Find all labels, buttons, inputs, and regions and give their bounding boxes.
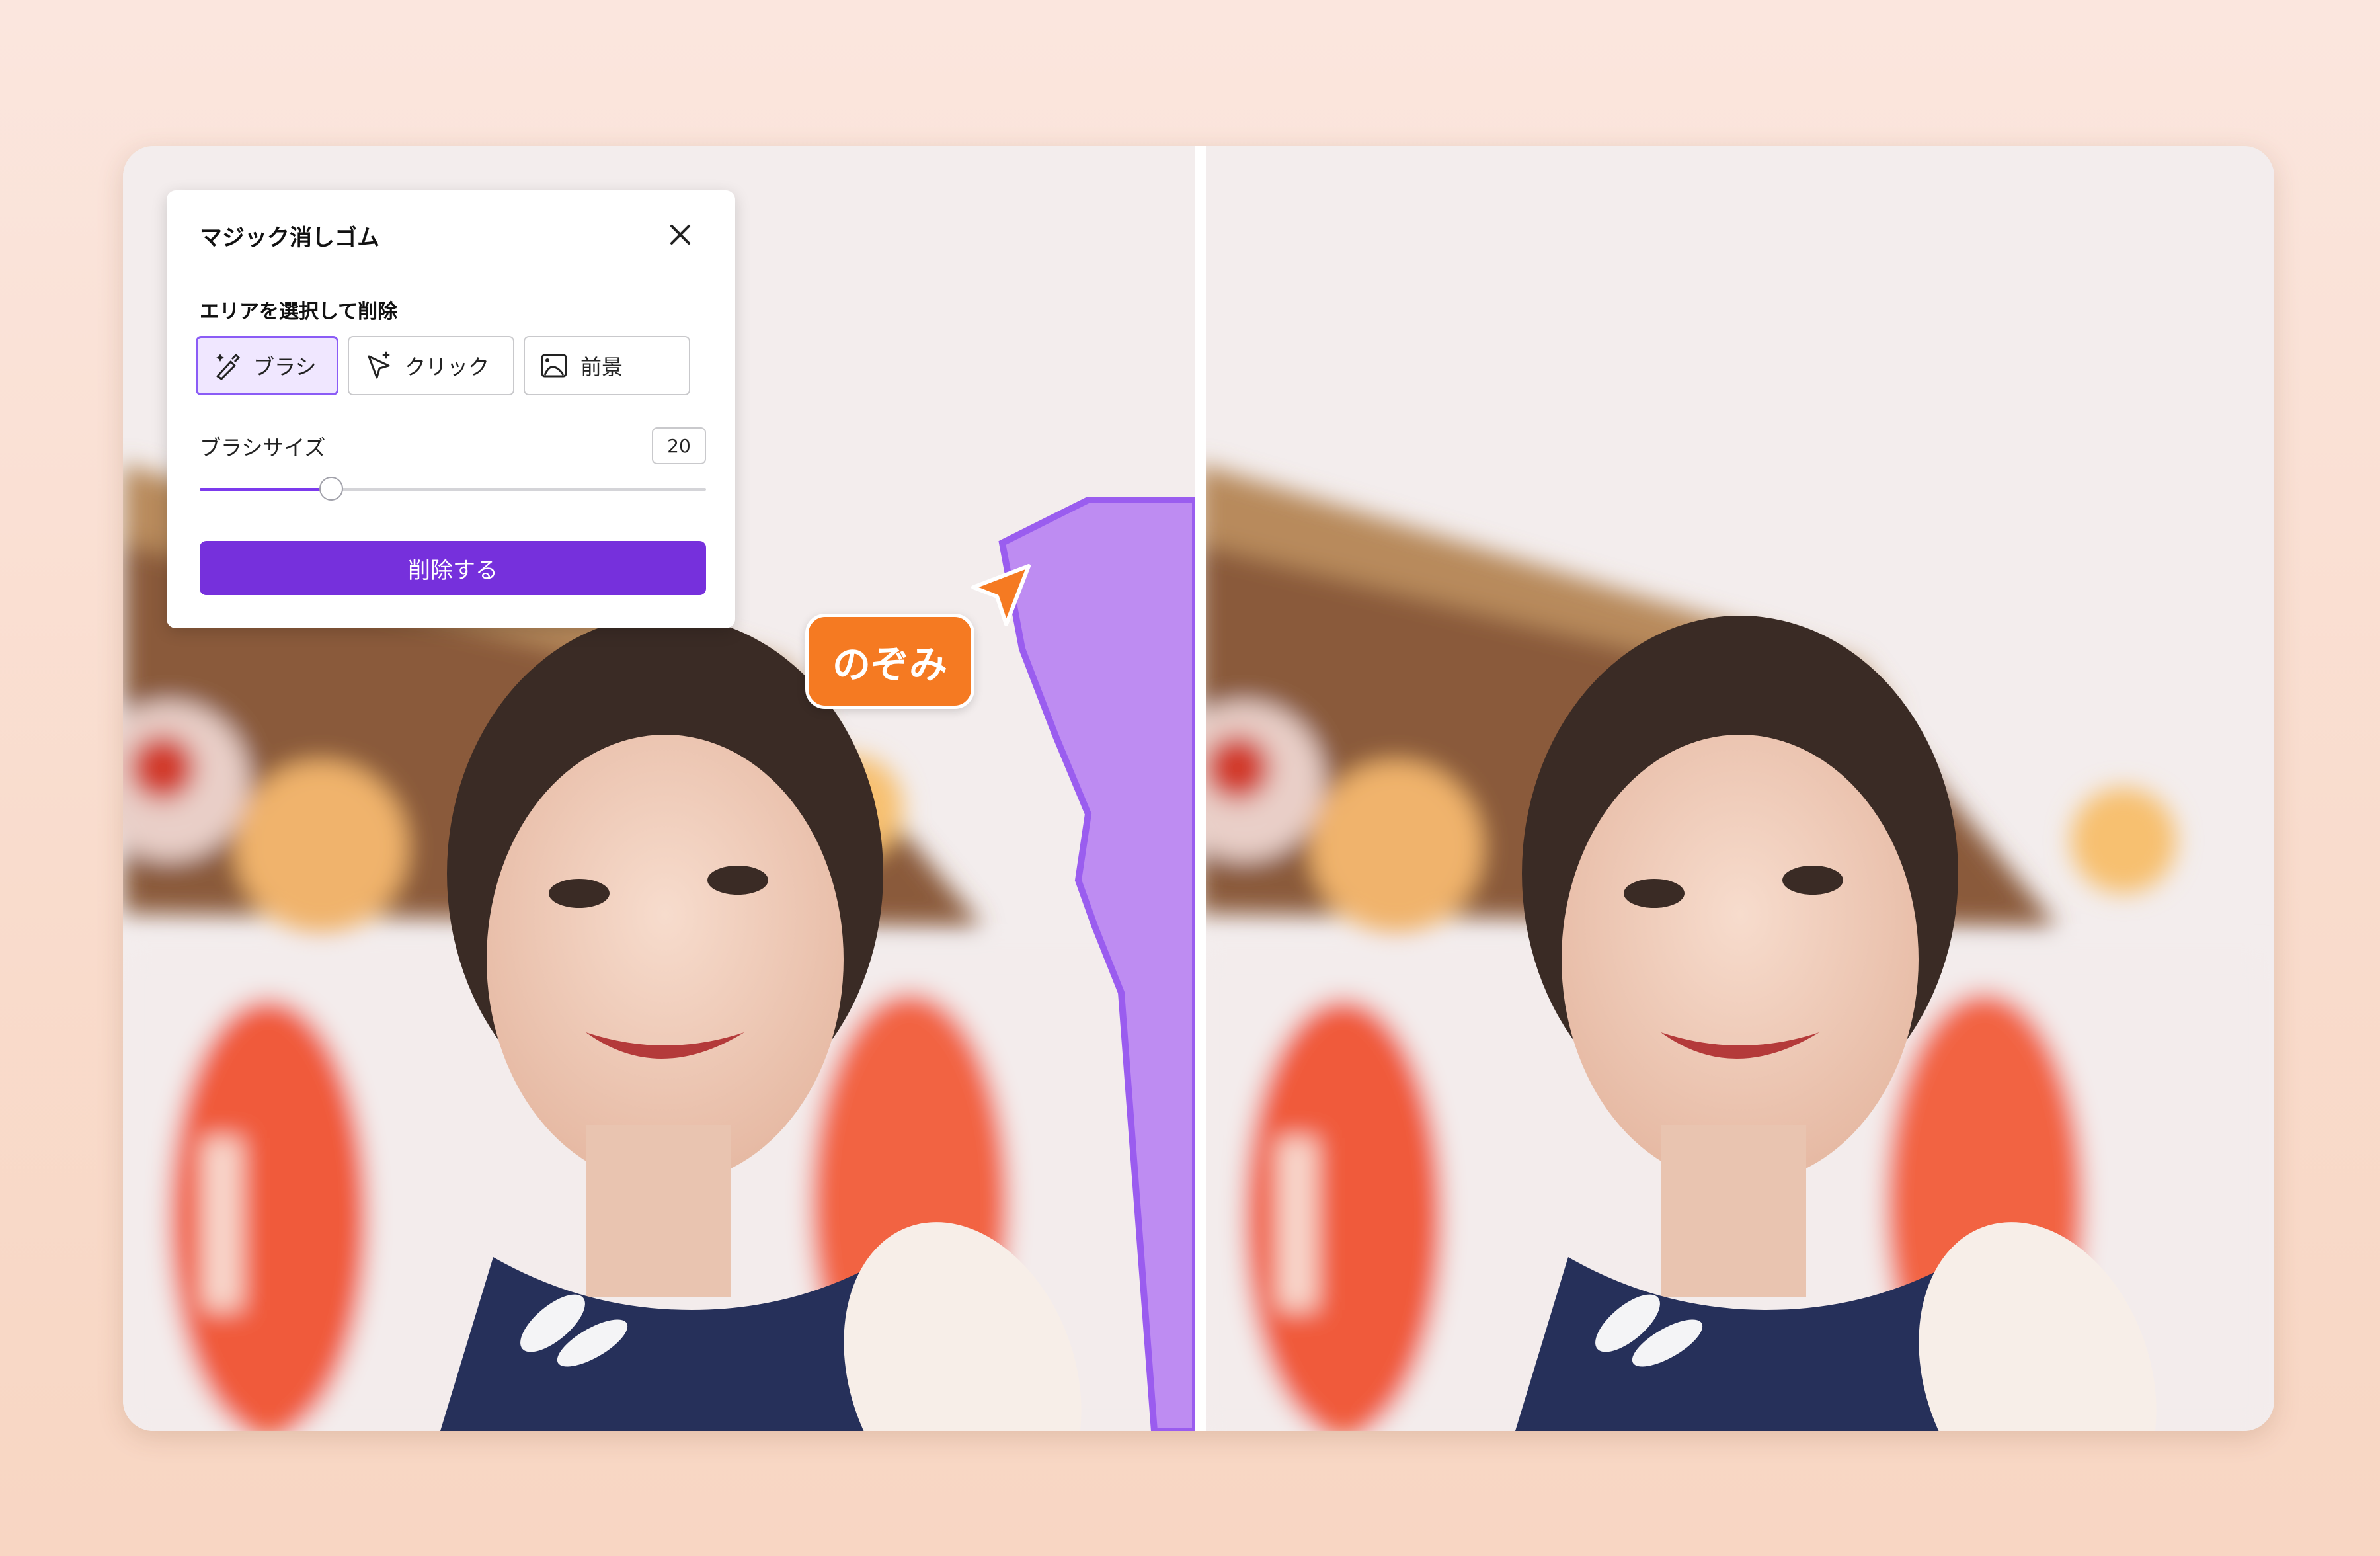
brush-size-slider[interactable] bbox=[200, 477, 706, 501]
scene-after-image bbox=[1206, 146, 2270, 1431]
compare-divider[interactable] bbox=[1195, 146, 1206, 1431]
foreground-mode-label: 前景 bbox=[580, 354, 623, 380]
foreground-image-icon bbox=[541, 354, 567, 378]
slider-thumb[interactable] bbox=[319, 477, 344, 501]
close-icon[interactable] bbox=[664, 218, 697, 251]
panel-title: マジック消しゴム bbox=[200, 225, 379, 251]
collaborator-cursor-icon bbox=[971, 564, 1031, 626]
brush-size-label: ブラシサイズ bbox=[200, 435, 326, 460]
delete-button[interactable]: 削除する bbox=[200, 541, 706, 595]
slider-fill bbox=[200, 488, 332, 491]
collaborator-name-tag: のぞみ bbox=[805, 614, 975, 709]
brush-size-input[interactable]: 20 bbox=[652, 427, 706, 464]
after-photo bbox=[1206, 146, 2274, 1431]
magic-eraser-panel: マジック消しゴム エリアを選択して削除 ブラシ クリック 前景 ブラシサイズ 2… bbox=[167, 190, 735, 628]
brush-mode-label: ブラシ bbox=[253, 354, 317, 380]
click-mode-label: クリック bbox=[405, 354, 490, 380]
brush-icon bbox=[216, 353, 241, 380]
foreground-mode-button[interactable]: 前景 bbox=[524, 336, 690, 395]
section-label: エリアを選択して削除 bbox=[200, 300, 398, 323]
brush-mode-button[interactable]: ブラシ bbox=[196, 336, 338, 395]
click-mode-button[interactable]: クリック bbox=[348, 336, 514, 395]
click-sparkle-icon bbox=[368, 351, 390, 379]
